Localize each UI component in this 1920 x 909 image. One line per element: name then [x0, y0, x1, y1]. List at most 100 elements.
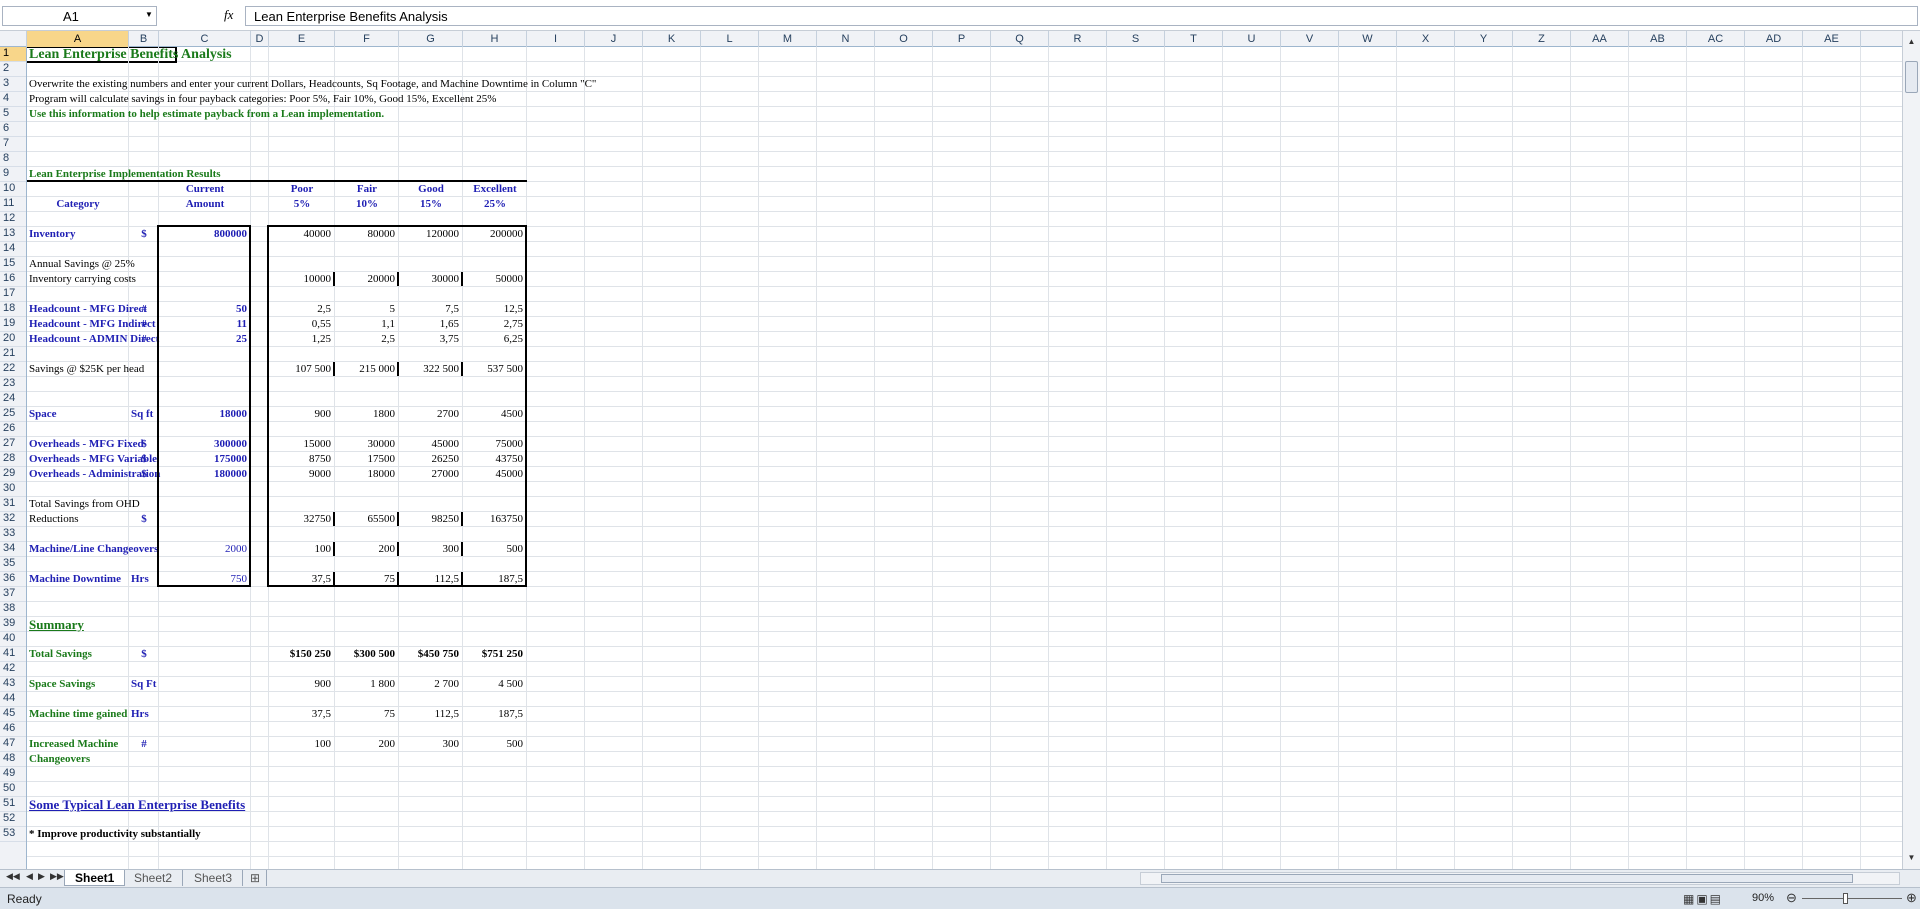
row-header-14[interactable]: 14	[0, 242, 26, 257]
insert-function-icon[interactable]: fx	[224, 7, 233, 23]
row-header-7[interactable]: 7	[0, 137, 26, 152]
row-header-21[interactable]: 21	[0, 347, 26, 362]
column-header-h[interactable]: H	[463, 31, 527, 47]
column-header-v[interactable]: V	[1281, 31, 1339, 47]
row-header-37[interactable]: 37	[0, 587, 26, 602]
row-header-36[interactable]: 36	[0, 572, 26, 587]
cell-a48[interactable]: Changeovers	[29, 752, 127, 767]
row-header-52[interactable]: 52	[0, 812, 26, 827]
cell-a45[interactable]: Machine time gained	[29, 707, 127, 722]
row-header-53[interactable]: 53	[0, 827, 26, 842]
column-header-e[interactable]: E	[269, 31, 335, 47]
cell-a3[interactable]: Overwrite the existing numbers and enter…	[29, 77, 596, 92]
row-header-24[interactable]: 24	[0, 392, 26, 407]
row-header-34[interactable]: 34	[0, 542, 26, 557]
next-sheet-icon[interactable]: ▶	[38, 871, 45, 882]
row-header-48[interactable]: 48	[0, 752, 26, 767]
cell-a25[interactable]: Space	[29, 407, 127, 422]
cell-h11[interactable]: 25%	[465, 197, 525, 212]
row-header-25[interactable]: 25	[0, 407, 26, 422]
column-header-r[interactable]: R	[1049, 31, 1107, 47]
row-header-38[interactable]: 38	[0, 602, 26, 617]
cell-g10[interactable]: Good	[401, 182, 461, 197]
column-header-x[interactable]: X	[1397, 31, 1455, 47]
column-header-p[interactable]: P	[933, 31, 991, 47]
cell-a16[interactable]: Inventory carrying costs	[29, 272, 157, 287]
column-header-q[interactable]: Q	[991, 31, 1049, 47]
cell-a4[interactable]: Program will calculate savings in four p…	[29, 92, 496, 107]
row-header-32[interactable]: 32	[0, 512, 26, 527]
cell-e10[interactable]: Poor	[271, 182, 333, 197]
column-header-l[interactable]: L	[701, 31, 759, 47]
column-header-u[interactable]: U	[1223, 31, 1281, 47]
cell-b45[interactable]: Hrs	[131, 707, 157, 722]
row-header-23[interactable]: 23	[0, 377, 26, 392]
cell-a5[interactable]: Use this information to help estimate pa…	[29, 107, 461, 122]
row-header-5[interactable]: 5	[0, 107, 26, 122]
row-header-15[interactable]: 15	[0, 257, 26, 272]
worksheet-grid[interactable]: Lean Enterprise Benefits Analysis Overwri…	[27, 47, 1902, 869]
cell-a41[interactable]: Total Savings	[29, 647, 127, 662]
row-header-44[interactable]: 44	[0, 692, 26, 707]
column-header-m[interactable]: M	[759, 31, 817, 47]
row-header-46[interactable]: 46	[0, 722, 26, 737]
row-header-4[interactable]: 4	[0, 92, 26, 107]
sheet-title[interactable]: Lean Enterprise Benefits Analysis	[29, 47, 249, 62]
cell-f47[interactable]: 200	[337, 737, 397, 752]
cell-b41[interactable]: $	[131, 647, 157, 662]
row-header-30[interactable]: 30	[0, 482, 26, 497]
column-header-aa[interactable]: AA	[1571, 31, 1629, 47]
row-header-9[interactable]: 9	[0, 167, 26, 182]
column-header-b[interactable]: B	[129, 31, 159, 47]
cell-a13[interactable]: Inventory	[29, 227, 127, 242]
row-header-10[interactable]: 10	[0, 182, 26, 197]
summary-heading[interactable]: Summary	[29, 617, 127, 632]
tab-sheet3[interactable]: Sheet3	[184, 870, 244, 886]
column-header-z[interactable]: Z	[1513, 31, 1571, 47]
row-header-47[interactable]: 47	[0, 737, 26, 752]
cell-a47[interactable]: Increased Machine	[29, 737, 127, 752]
row-header-19[interactable]: 19	[0, 317, 26, 332]
cell-c11[interactable]: Amount	[161, 197, 249, 212]
row-header-1[interactable]: 1	[0, 47, 26, 62]
scroll-down-icon[interactable]: ▼	[1905, 851, 1918, 864]
zoom-level[interactable]: 90%	[1752, 892, 1774, 904]
cell-f11[interactable]: 10%	[337, 197, 397, 212]
cell-a53[interactable]: * Improve productivity substantially	[29, 827, 249, 842]
column-header-s[interactable]: S	[1107, 31, 1165, 47]
cell-b27[interactable]: $	[131, 437, 157, 452]
row-header-43[interactable]: 43	[0, 677, 26, 692]
cell-h45[interactable]: 187,5	[465, 707, 525, 722]
row-header-13[interactable]: 13	[0, 227, 26, 242]
row-header-2[interactable]: 2	[0, 62, 26, 77]
zoom-in-icon[interactable]: ⊕	[1906, 890, 1917, 906]
cell-a43[interactable]: Space Savings	[29, 677, 127, 692]
row-header-50[interactable]: 50	[0, 782, 26, 797]
cell-g41[interactable]: $450 750	[401, 647, 461, 662]
insert-sheet-icon[interactable]: ⊞	[244, 870, 268, 886]
column-header-ac[interactable]: AC	[1687, 31, 1745, 47]
column-header-ab[interactable]: AB	[1629, 31, 1687, 47]
row-header-45[interactable]: 45	[0, 707, 26, 722]
cell-g47[interactable]: 300	[401, 737, 461, 752]
name-box-dropdown-icon[interactable]: ▼	[145, 10, 153, 19]
scroll-up-icon[interactable]: ▲	[1905, 35, 1918, 48]
cell-e11[interactable]: 5%	[271, 197, 333, 212]
column-header-f[interactable]: F	[335, 31, 399, 47]
column-header-i[interactable]: I	[527, 31, 585, 47]
cell-h41[interactable]: $751 250	[465, 647, 525, 662]
row-header-18[interactable]: 18	[0, 302, 26, 317]
row-header-40[interactable]: 40	[0, 632, 26, 647]
horizontal-scroll-thumb[interactable]	[1161, 874, 1853, 883]
cell-e47[interactable]: 100	[271, 737, 333, 752]
row-header-8[interactable]: 8	[0, 152, 26, 167]
formula-input[interactable]: Lean Enterprise Benefits Analysis	[245, 6, 1918, 26]
cell-b28[interactable]: $	[131, 452, 157, 467]
column-header-c[interactable]: C	[159, 31, 251, 47]
horizontal-scrollbar[interactable]	[1140, 872, 1900, 885]
row-header-28[interactable]: 28	[0, 452, 26, 467]
cell-g45[interactable]: 112,5	[401, 707, 461, 722]
cell-c10[interactable]: Current	[161, 182, 249, 197]
cell-g43[interactable]: 2 700	[401, 677, 461, 692]
view-buttons[interactable]: ▦▣▤	[1683, 892, 1723, 906]
